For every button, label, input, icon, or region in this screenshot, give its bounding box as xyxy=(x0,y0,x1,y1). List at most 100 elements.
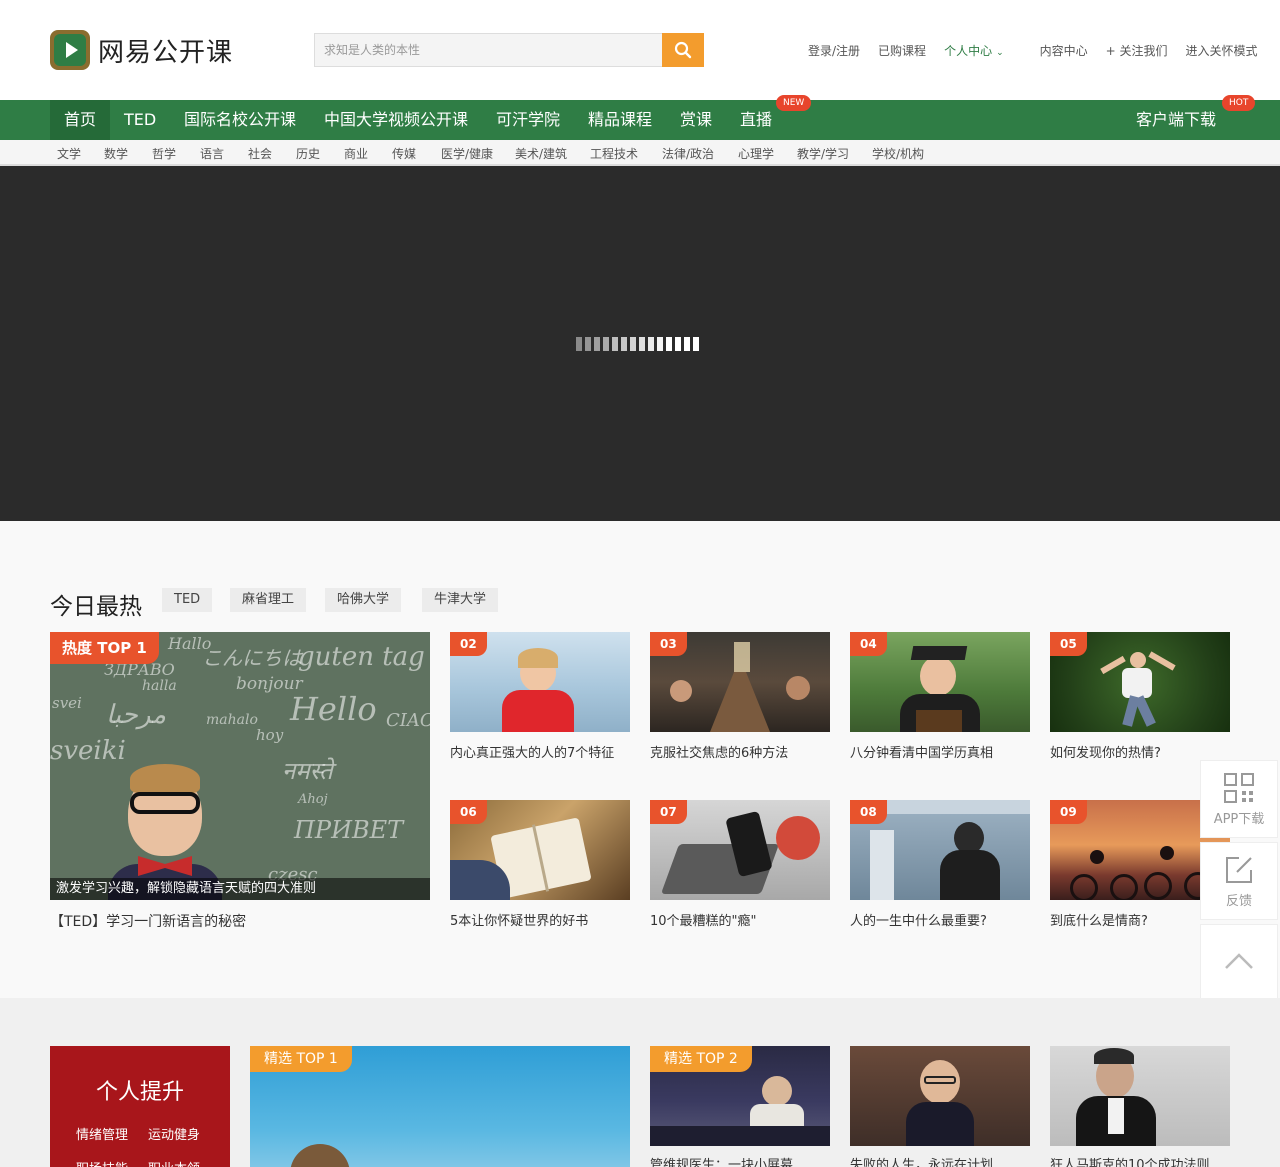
subnav-literature[interactable]: 文学 xyxy=(57,145,81,162)
tag-oxford[interactable]: 牛津大学 xyxy=(422,588,499,612)
course-title[interactable]: 管维规医生：一块小屏幕 xyxy=(650,1154,830,1167)
play-logo-icon xyxy=(50,30,90,70)
subnav-society[interactable]: 社会 xyxy=(248,145,272,162)
subnav-media[interactable]: 传媒 xyxy=(392,145,416,162)
app-download-label: APP下载 xyxy=(1213,811,1265,827)
subnav-psychology[interactable]: 心理学 xyxy=(738,145,774,162)
category-link[interactable]: 职场技能 xyxy=(76,1158,128,1167)
course-title[interactable]: 狂人马斯克的10个成功法则 xyxy=(1050,1154,1230,1167)
course-thumbnail[interactable]: 03 xyxy=(650,632,830,732)
follow-us-link[interactable]: + 关注我们 xyxy=(1106,42,1168,59)
rank-badge: 09 xyxy=(1050,800,1087,824)
course-thumbnail[interactable]: 05 xyxy=(1050,632,1230,732)
course-title[interactable]: 如何发现你的热情? xyxy=(1050,742,1230,761)
feedback-button[interactable]: 反馈 xyxy=(1200,842,1278,920)
top1-title[interactable]: 【TED】学习一门新语言的秘密 xyxy=(50,911,246,931)
rank-badge: 05 xyxy=(1050,632,1087,656)
chalk-word: こんにちは xyxy=(202,646,302,670)
app-download-button[interactable]: APP下载 xyxy=(1200,760,1278,838)
subnav-medicine[interactable]: 医学/健康 xyxy=(441,145,493,162)
loading-indicator xyxy=(576,337,702,351)
tag-ted[interactable]: TED xyxy=(162,588,213,612)
header: 网易公开课 登录/注册 已购课程 个人中心⌄ 内容中心 + 关注我们 进入关怀模… xyxy=(0,0,1280,100)
purchased-courses-link[interactable]: 已购课程 xyxy=(878,42,926,59)
rank-badge: 08 xyxy=(850,800,887,824)
nav-home[interactable]: 首页 xyxy=(50,100,111,140)
featured-thumbnail[interactable]: 精选 TOP 1 xyxy=(250,1046,630,1167)
subnav-history[interactable]: 历史 xyxy=(296,145,320,162)
chalk-word: Ahoj xyxy=(298,792,328,807)
personal-center-link[interactable]: 个人中心 ⌄ xyxy=(944,42,1022,59)
course-thumbnail[interactable]: 08 xyxy=(850,800,1030,900)
chalk-word: mahalo xyxy=(206,712,258,728)
subnav-engineering[interactable]: 工程技术 xyxy=(590,145,638,162)
nav-ted[interactable]: TED xyxy=(124,100,156,140)
course-thumbnail[interactable]: 04 xyxy=(850,632,1030,732)
section-title: 今日最热 xyxy=(50,594,142,620)
chalk-word: hoy xyxy=(256,726,284,744)
course-thumbnail[interactable] xyxy=(850,1046,1030,1146)
hero-banner[interactable] xyxy=(0,166,1280,521)
thumbnail-caption: 激发学习兴趣，解锁隐藏语言天赋的四大准则 xyxy=(50,878,430,900)
search-input[interactable] xyxy=(314,33,662,67)
course-thumbnail[interactable]: 02 xyxy=(450,632,630,732)
chalk-word: مرحبا xyxy=(106,700,167,730)
subnav-math[interactable]: 数学 xyxy=(104,145,128,162)
course-title[interactable]: 10个最糟糕的"瘾" xyxy=(650,910,830,929)
today-hot-section: 今日最热 TED 麻省理工 哈佛大学 牛津大学 Hallo こんにちは gute… xyxy=(0,521,1280,998)
nav-shangke[interactable]: 赏课 xyxy=(680,100,712,140)
category-link[interactable]: 情绪管理 xyxy=(76,1124,128,1143)
side-toolbar: APP下载 反馈 xyxy=(1200,760,1278,1006)
nav-china-university[interactable]: 中国大学视频公开课 xyxy=(324,100,468,140)
nav-international[interactable]: 国际名校公开课 xyxy=(184,100,296,140)
search-button[interactable] xyxy=(662,33,704,67)
subnav-language[interactable]: 语言 xyxy=(200,145,224,162)
subnav-philosophy[interactable]: 哲学 xyxy=(152,145,176,162)
nav-live[interactable]: 直播 xyxy=(740,100,772,140)
course-title[interactable]: 人的一生中什么最重要? xyxy=(850,910,1030,929)
main-nav: 首页 TED 国际名校公开课 中国大学视频公开课 可汗学院 精品课程 赏课 直播… xyxy=(0,95,1280,140)
memorial-mode-link[interactable]: 进入关怀模式 xyxy=(1186,42,1258,59)
subnav-teaching[interactable]: 教学/学习 xyxy=(797,145,849,162)
tag-harvard[interactable]: 哈佛大学 xyxy=(325,588,402,612)
content-center-link[interactable]: 内容中心 xyxy=(1040,42,1088,59)
back-to-top-button[interactable] xyxy=(1200,924,1278,1002)
chalk-word: CIAO xyxy=(386,710,430,731)
tag-mit[interactable]: 麻省理工 xyxy=(230,588,307,612)
subnav-business[interactable]: 商业 xyxy=(344,145,368,162)
chalk-word: ПРИВЕТ xyxy=(294,816,404,844)
chalk-word: sveiki xyxy=(50,736,126,766)
category-link[interactable]: 职业本领 xyxy=(148,1158,200,1167)
featured-thumbnail[interactable]: 精选 TOP 2 xyxy=(650,1046,830,1146)
course-title[interactable]: 内心真正强大的人的7个特征 xyxy=(450,742,630,761)
top-links: 登录/注册 已购课程 个人中心 ⌄ 内容中心 + 关注我们 进入关怀模式 xyxy=(808,41,1276,59)
feedback-label: 反馈 xyxy=(1225,893,1252,909)
subnav-law[interactable]: 法律/政治 xyxy=(662,145,714,162)
course-title[interactable]: 5本让你怀疑世界的好书 xyxy=(450,910,630,929)
chalk-word: halla xyxy=(142,678,177,694)
client-download-link[interactable]: 客户端下载 xyxy=(1136,100,1216,140)
login-link[interactable]: 登录/注册 xyxy=(808,42,860,59)
course-title[interactable]: 八分钟看清中国学历真相 xyxy=(850,742,1030,761)
subnav-schools[interactable]: 学校/机构 xyxy=(872,145,924,162)
new-badge: NEW xyxy=(776,95,812,111)
featured-badge: 精选 TOP 1 xyxy=(250,1046,352,1072)
nav-khan-academy[interactable]: 可汗学院 xyxy=(496,100,560,140)
subnav-art[interactable]: 美术/建筑 xyxy=(515,145,567,162)
course-thumbnail[interactable]: 07 xyxy=(650,800,830,900)
site-logo[interactable]: 网易公开课 xyxy=(50,30,233,70)
qr-code-icon xyxy=(1224,772,1254,803)
edit-icon xyxy=(1226,856,1252,883)
course-thumbnail[interactable]: 06 xyxy=(450,800,630,900)
category-panel: 个人提升 情绪管理 运动健身 职场技能 职业本领 xyxy=(50,1046,230,1167)
search-bar xyxy=(314,33,704,67)
course-thumbnail[interactable] xyxy=(1050,1046,1230,1146)
nav-premium[interactable]: 精品课程 xyxy=(588,100,652,140)
course-title[interactable]: 克服社交焦虑的6种方法 xyxy=(650,742,830,761)
category-link[interactable]: 运动健身 xyxy=(148,1124,200,1143)
hot-badge: HOT xyxy=(1222,95,1256,111)
top1-thumbnail[interactable]: Hallo こんにちは guten tag ЗДРАВО halla bonjo… xyxy=(50,632,430,900)
category-title: 个人提升 xyxy=(95,1080,184,1105)
course-title[interactable]: 失败的人生，永远在计划 xyxy=(850,1154,1030,1167)
rank-badge: 02 xyxy=(450,632,487,656)
